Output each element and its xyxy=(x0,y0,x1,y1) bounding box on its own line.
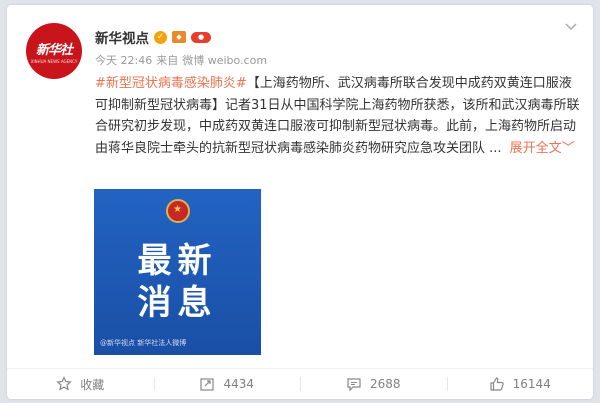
verified-badge-icon: ✓ xyxy=(154,30,167,44)
member-badge-icon[interactable]: ◆ xyxy=(172,31,186,43)
image-watermark: @新华视点 新华社法人微博 xyxy=(100,339,187,347)
favorite-label: 收藏 xyxy=(80,377,105,392)
weibo-post-card: 新华社 XINHUA NEWS AGENCY 新华视点 ✓ ◆ ● 今天 22:… xyxy=(7,5,593,399)
comment-button[interactable]: 2688 xyxy=(300,369,447,399)
repost-button[interactable]: 4434 xyxy=(153,369,301,399)
author-avatar[interactable]: 新华社 XINHUA NEWS AGENCY xyxy=(26,23,82,79)
expand-full-text-link[interactable]: 展开全文﹀ xyxy=(510,141,575,156)
activity-badge-icon[interactable]: ● xyxy=(191,31,211,43)
comment-icon xyxy=(347,378,361,392)
post-menu-chevron-icon[interactable] xyxy=(563,19,579,35)
expand-label: 展开全文 xyxy=(509,140,562,156)
star-icon xyxy=(56,376,72,391)
image-headline-line2: 消息 xyxy=(137,283,218,323)
avatar-subtext: XINHUA NEWS AGENCY xyxy=(30,58,78,64)
post-text: #新型冠状病毒感染肺炎#【上海药物所、武汉病毒所联合发现中成药双黄连口服液可抑制… xyxy=(95,73,583,159)
comment-count: 2688 xyxy=(369,377,401,391)
thumbs-up-icon xyxy=(490,377,504,391)
action-bar: 收藏 4434 2688 16144 xyxy=(7,369,593,399)
repost-count: 4434 xyxy=(223,377,255,391)
source-prefix: 来自 xyxy=(156,54,179,67)
hashtag-link[interactable]: #新型冠状病毒感染肺炎# xyxy=(95,76,247,91)
avatar-text: 新华社 xyxy=(35,42,73,58)
post-time[interactable]: 今天 22:46 xyxy=(95,52,152,68)
favorite-button[interactable]: 收藏 xyxy=(7,369,154,399)
repost-icon xyxy=(200,378,215,391)
author-row: 新华视点 ✓ ◆ ● xyxy=(95,27,211,47)
like-count: 16144 xyxy=(512,377,551,391)
post-image[interactable]: 最新 消息 @新华视点 新华社法人微博 xyxy=(94,189,261,355)
post-source[interactable]: 微博 weibo.com xyxy=(182,52,267,68)
author-name[interactable]: 新华视点 xyxy=(95,27,149,47)
xinhua-emblem-icon xyxy=(165,199,190,223)
chevron-down-icon: ﹀ xyxy=(561,140,575,156)
post-meta: 今天 22:46 来自 微博 weibo.com xyxy=(95,52,267,68)
like-button[interactable]: 16144 xyxy=(446,369,594,399)
